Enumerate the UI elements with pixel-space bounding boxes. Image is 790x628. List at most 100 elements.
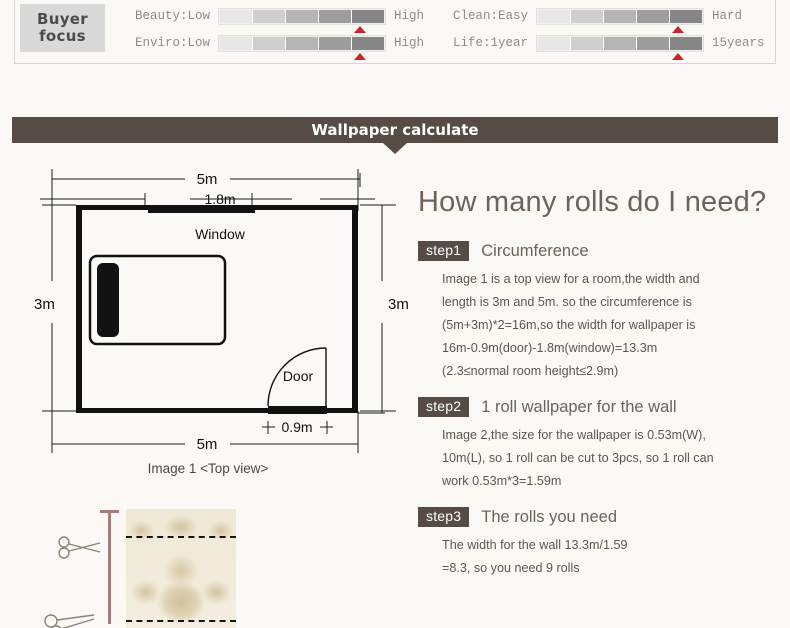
- step-title: 1 roll wallpaper for the wall: [481, 397, 677, 416]
- label-right-height: 3m: [388, 296, 409, 313]
- banner-arrow-icon: [383, 143, 407, 154]
- rating-meter-track: [218, 7, 386, 25]
- meter-segment: [571, 36, 604, 50]
- meter-segment: [319, 9, 352, 23]
- meter-segment: [538, 9, 571, 23]
- room-top-view-diagram: 5m 1.8m Window 3m 3m Door 0.9m 5m Image …: [30, 163, 412, 485]
- meter-segment: [670, 36, 702, 50]
- step-body: Image 2,the size for the wallpaper is 0.…: [442, 424, 778, 493]
- step-body-line: (5m+3m)*2=16m,so the width for wallpaper…: [442, 318, 696, 333]
- label-door: Door: [283, 368, 314, 384]
- step-body-line: length is 3m and 5m. so the circumferenc…: [442, 295, 692, 310]
- label-door-width: 0.9m: [281, 419, 312, 435]
- step-body: Image 1 is a top view for a room,the wid…: [442, 268, 778, 383]
- label-window-width: 1.8m: [204, 191, 235, 207]
- buyer-focus-label: Buyer focus: [20, 4, 105, 52]
- rating-meter-track: [536, 34, 704, 52]
- wallpaper-swatch: [126, 509, 236, 628]
- meter-segment: [670, 9, 702, 23]
- scissors-icon: [44, 614, 95, 628]
- meter-segment: [253, 36, 286, 50]
- page-title: How many rolls do I need?: [418, 186, 767, 218]
- step-body-line: Image 1 is a top view for a room,the wid…: [442, 272, 700, 287]
- step-body-line: work 0.53m*3=1.59m: [442, 474, 562, 489]
- scissors-icon: [58, 536, 101, 559]
- meter-segment: [220, 9, 253, 23]
- step-badge: step2: [418, 396, 470, 418]
- window-segment: [148, 205, 255, 213]
- wallpaper-calculate-banner: Wallpaper calculate: [12, 117, 778, 143]
- rating-meter-beauty: [218, 7, 386, 33]
- rating-low-label-enviro: Enviro:Low: [134, 36, 210, 50]
- rating-row-enviro: Enviro:Low High: [123, 30, 425, 60]
- page-root: Buyer focus Beauty:Low High Enviro:Low H…: [0, 0, 790, 628]
- cut-line-bottom: [126, 620, 236, 622]
- step-title: The rolls you need: [481, 507, 617, 526]
- rating-grid: Beauty:Low High Enviro:Low High Clean:Ea…: [123, 1, 773, 61]
- rating-high-label-clean: Hard: [712, 9, 743, 23]
- label-left-height: 3m: [34, 296, 55, 313]
- step-badge: step3: [418, 507, 470, 528]
- step-title: Circumference: [481, 241, 589, 260]
- label-window: Window: [195, 226, 246, 242]
- label-top-width: 5m: [197, 171, 218, 188]
- meter-segment: [286, 9, 319, 23]
- step-body-line: The width for the wall 13.3m/1.59: [442, 538, 628, 553]
- buyer-focus-label-line1: Buyer: [37, 9, 88, 28]
- meter-segment: [286, 36, 319, 50]
- step-block-1: step1 Circumference Image 1 is a top vie…: [418, 241, 778, 383]
- rating-high-label-life: 15years: [712, 36, 765, 50]
- instructions-column: How many rolls do I need? step1 Circumfe…: [418, 186, 778, 594]
- meter-segment: [352, 36, 384, 50]
- rating-meter-track: [536, 7, 704, 25]
- meter-segment: [319, 36, 352, 50]
- buyer-focus-panel: Buyer focus Beauty:Low High Enviro:Low H…: [14, 0, 776, 64]
- rating-row-life: Life:1year 15years: [441, 30, 765, 60]
- wall-left: [76, 205, 82, 413]
- rating-row-beauty: Beauty:Low High: [123, 3, 425, 33]
- diagram-caption: Image 1 <Top view>: [148, 461, 269, 476]
- step-body: The width for the wall 13.3m/1.59 =8.3, …: [442, 534, 778, 580]
- ruler-line: [108, 510, 111, 624]
- wallpaper-roll-illustration: [38, 494, 288, 628]
- label-bottom-width: 5m: [197, 436, 218, 453]
- cut-line-top: [126, 536, 236, 538]
- meter-segment: [604, 36, 637, 50]
- rating-low-label-life: Life:1year: [452, 36, 528, 50]
- rating-marker-icon: [354, 52, 366, 60]
- meter-segment: [637, 36, 670, 50]
- meter-segment: [220, 36, 253, 50]
- step-block-2: step2 1 roll wallpaper for the wall Imag…: [418, 396, 778, 493]
- step-header: step1 Circumference: [418, 241, 778, 262]
- step-body-line: Image 2,the size for the wallpaper is 0.…: [442, 428, 706, 443]
- meter-segment: [538, 36, 571, 50]
- rating-meter-life: [536, 34, 704, 60]
- rating-marker-icon: [672, 52, 684, 60]
- rating-meter-enviro: [218, 34, 386, 60]
- step-body-line: 16m-0.9m(door)-1.8m(window)=13.3m: [442, 341, 658, 356]
- meter-segment: [571, 9, 604, 23]
- step-header: step2 1 roll wallpaper for the wall: [418, 396, 778, 418]
- door-segment: [268, 406, 327, 414]
- rating-meter-clean: [536, 7, 704, 33]
- step-body-line: =8.3, so you need 9 rolls: [442, 561, 580, 576]
- step-body-line: (2.3≤normal room height≤2.9m): [442, 364, 619, 379]
- meter-segment: [352, 9, 384, 23]
- banner-title: Wallpaper calculate: [311, 121, 479, 139]
- rating-high-label-enviro: High: [394, 36, 425, 50]
- bed-shape: [88, 254, 227, 346]
- step-body-line: 10m(L), so 1 roll can be cut to 3pcs, so…: [442, 451, 714, 466]
- meter-segment: [604, 9, 637, 23]
- wall-right: [352, 205, 358, 413]
- step-badge: step1: [418, 241, 470, 262]
- step-block-3: step3 The rolls you need The width for t…: [418, 507, 778, 580]
- rating-low-label-clean: Clean:Easy: [452, 9, 528, 23]
- buyer-focus-label-line2: focus: [39, 27, 86, 45]
- rating-high-label-beauty: High: [394, 9, 425, 23]
- rating-row-clean: Clean:Easy Hard: [441, 3, 743, 33]
- rating-low-label-beauty: Beauty:Low: [134, 9, 210, 23]
- step-header: step3 The rolls you need: [418, 507, 778, 528]
- meter-segment: [253, 9, 286, 23]
- rating-meter-track: [218, 34, 386, 52]
- meter-segment: [637, 9, 670, 23]
